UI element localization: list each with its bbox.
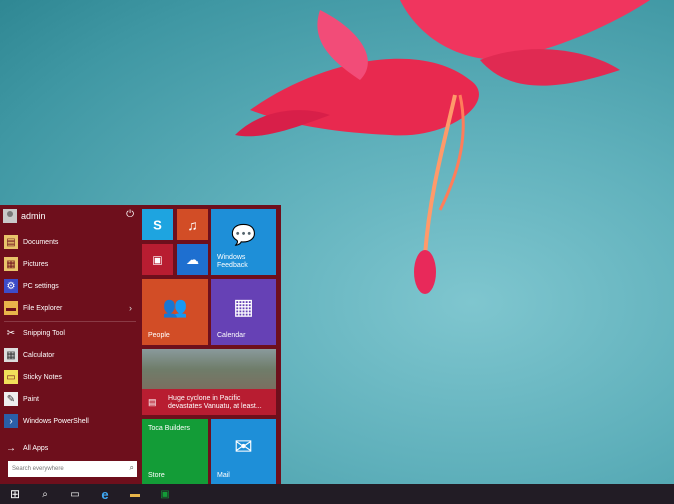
tile-calendar[interactable]: ▦ Calendar: [211, 279, 276, 345]
tile-windows-feedback[interactable]: 💬 Windows Feedback: [211, 209, 276, 275]
tile-label: Huge cyclone in Pacific devastates Vanua…: [168, 395, 262, 410]
tile-video[interactable]: ▣: [142, 244, 173, 275]
cloud-icon: ☁: [186, 251, 199, 267]
start-item-label: Sticky Notes: [23, 373, 62, 381]
folder-icon: ▬: [4, 301, 18, 315]
start-item-label: File Explorer: [23, 304, 63, 312]
feedback-icon: 💬: [231, 224, 256, 247]
taskbar-search-button[interactable]: ⌕: [30, 484, 60, 504]
tile-skype[interactable]: S: [142, 209, 173, 240]
paint-icon: ✎: [4, 392, 18, 406]
start-item-label: Documents: [23, 238, 59, 246]
start-menu-app-list: admin ⏻ ▤ Documents ▦ Pictures ⚙ PC sett…: [0, 205, 140, 484]
username: admin: [21, 211, 46, 221]
skype-icon: S: [153, 217, 162, 232]
search-icon: ⌕: [42, 488, 48, 500]
taskbar-file-explorer[interactable]: ▬: [120, 484, 150, 504]
tile-promo-text: Toca Builders: [148, 425, 191, 432]
start-button[interactable]: ⊞: [0, 484, 30, 504]
tile-label: Store: [148, 472, 165, 479]
all-apps-button[interactable]: → All Apps: [0, 438, 140, 458]
start-item-label: Paint: [23, 395, 39, 403]
tile-label: Windows Feedback: [217, 254, 248, 269]
chevron-right-icon[interactable]: ›: [129, 303, 132, 313]
search-icon: ⌕: [129, 463, 134, 472]
taskbar: ⊞ ⌕ ▭ e ▬ ▣: [0, 484, 674, 504]
start-item-documents[interactable]: ▤ Documents: [0, 232, 140, 252]
news-photo: [142, 349, 276, 389]
note-icon: ▭: [4, 370, 18, 384]
tile-news[interactable]: ▤ Huge cyclone in Pacific devastates Van…: [142, 349, 276, 415]
tile-label: People: [148, 332, 170, 339]
tile-music[interactable]: ♫: [177, 209, 208, 240]
search-input[interactable]: Search everywhere ⌕: [8, 461, 137, 477]
start-item-label: PC settings: [23, 282, 59, 290]
start-item-calculator[interactable]: ▦ Calculator: [0, 345, 140, 365]
tile-onedrive[interactable]: ☁: [177, 244, 208, 275]
tile-store[interactable]: Toca Builders Store: [142, 419, 208, 485]
start-item-file-explorer[interactable]: ▬ File Explorer ›: [0, 298, 140, 318]
task-view-button[interactable]: ▭: [60, 484, 90, 504]
divider: [4, 321, 136, 322]
people-icon: 👥: [162, 296, 188, 319]
scissors-icon: ✂: [6, 327, 16, 339]
store-icon: ▣: [160, 488, 170, 500]
internet-explorer-icon: e: [101, 486, 109, 502]
taskbar-internet-explorer[interactable]: e: [90, 484, 120, 504]
calendar-icon: ▦: [233, 293, 254, 319]
start-tiles: S ♫ ▣ ☁ 💬 Windows Feedback 👥 People ▦ Ca…: [142, 209, 278, 485]
taskbar-store[interactable]: ▣: [150, 484, 180, 504]
task-view-icon: ▭: [70, 488, 80, 500]
tile-label: Mail: [217, 472, 230, 479]
powershell-icon: ›: [4, 414, 18, 428]
start-item-pictures[interactable]: ▦ Pictures: [0, 254, 140, 274]
headphones-icon: ♫: [187, 216, 198, 233]
gear-icon: ⚙: [4, 279, 18, 293]
start-item-powershell[interactable]: › Windows PowerShell: [0, 411, 140, 431]
user-account[interactable]: admin: [0, 205, 140, 227]
windows-logo-icon: ⊞: [9, 487, 21, 501]
start-item-label: Pictures: [23, 260, 49, 268]
search-placeholder: Search everywhere: [12, 466, 64, 472]
start-item-label: Calculator: [23, 351, 55, 359]
start-item-label: Snipping Tool: [23, 329, 65, 337]
tile-mail[interactable]: ✉ Mail: [211, 419, 276, 485]
all-apps-label: All Apps: [23, 444, 49, 452]
start-item-snipping-tool[interactable]: ✂ Snipping Tool: [0, 323, 140, 343]
start-menu: admin ⏻ ▤ Documents ▦ Pictures ⚙ PC sett…: [0, 205, 281, 485]
user-avatar-icon: [3, 209, 17, 223]
power-icon[interactable]: ⏻: [126, 209, 134, 220]
tile-people[interactable]: 👥 People: [142, 279, 208, 345]
documents-icon: ▤: [4, 235, 18, 249]
tile-label: Calendar: [217, 332, 246, 339]
pictures-icon: ▦: [4, 257, 18, 271]
start-item-sticky-notes[interactable]: ▭ Sticky Notes: [0, 367, 140, 387]
arrow-right-icon: →: [6, 442, 16, 454]
calculator-icon: ▦: [4, 348, 18, 362]
start-item-pc-settings[interactable]: ⚙ PC settings: [0, 276, 140, 296]
mail-icon: ✉: [234, 433, 253, 459]
start-item-label: Windows PowerShell: [23, 417, 89, 425]
folder-icon: ▬: [130, 488, 140, 500]
start-item-paint[interactable]: ✎ Paint: [0, 389, 140, 409]
video-icon: ▣: [152, 254, 163, 266]
news-icon: ▤: [148, 397, 157, 407]
